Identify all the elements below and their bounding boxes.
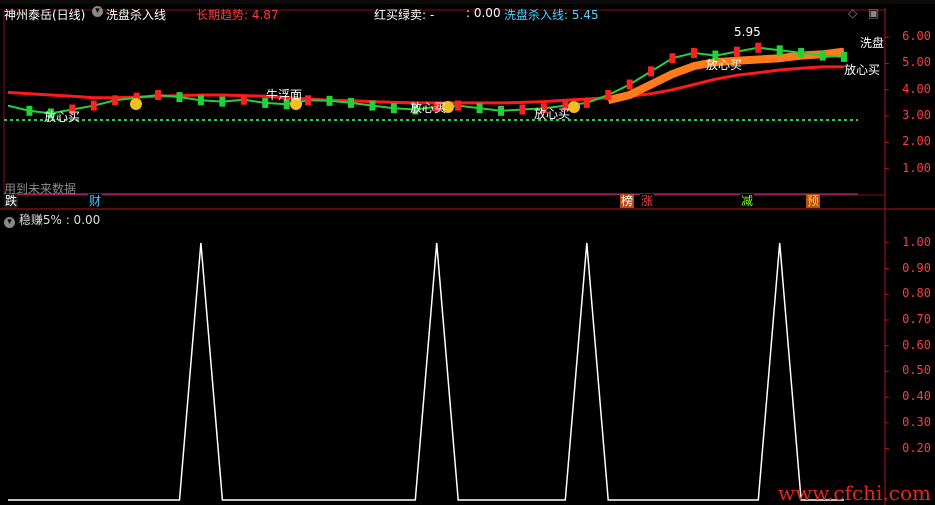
candle-17 xyxy=(369,100,376,111)
candle-38 xyxy=(819,50,826,61)
candle-9 xyxy=(197,95,204,106)
buy-label-1: 放心买 xyxy=(44,110,81,124)
candle-23 xyxy=(498,105,505,116)
buy-label-2: 放心买 xyxy=(410,101,447,115)
stock-name[interactable]: 神州泰岳(日线) xyxy=(4,6,85,23)
xipan-label: 洗盘杀入线: 5.45 xyxy=(504,8,599,22)
peak-price-label: 5.95 xyxy=(734,25,761,39)
candle-31 xyxy=(669,53,676,64)
xipan-tag: 洗盘 xyxy=(860,36,885,50)
upper-tick-label: 6.00 xyxy=(902,29,931,44)
signal-badge: 财 xyxy=(88,194,103,208)
lower-tick-label: 0.50 xyxy=(902,363,931,378)
signal-badge: 预 xyxy=(806,194,821,208)
lower-title-value: : 0.00 xyxy=(65,213,101,227)
upper-tick-label: 2.00 xyxy=(902,134,931,149)
candle-32 xyxy=(690,47,697,58)
candle-1 xyxy=(26,105,33,116)
upper-tick-label: 1.00 xyxy=(902,160,931,175)
lower-tick-label: 0.70 xyxy=(902,312,931,326)
lower-tick-label: 0.20 xyxy=(902,440,931,455)
upper-tick-label: 5.00 xyxy=(902,55,931,70)
lower-tick-label: 0.30 xyxy=(902,414,931,429)
niu-label: 牛浮面 xyxy=(266,88,303,102)
upper-tick-label: 4.00 xyxy=(902,81,931,96)
lower-toggle-icon[interactable]: ▾ xyxy=(4,217,15,228)
smiley-icon xyxy=(130,98,142,110)
candle-5 xyxy=(112,95,119,106)
candle-21 xyxy=(455,100,462,111)
candle-8 xyxy=(176,92,183,103)
lower-tick-label: 0.80 xyxy=(902,286,931,301)
candle-22 xyxy=(476,103,483,114)
candle-24 xyxy=(519,104,526,115)
chart-canvas xyxy=(0,8,935,505)
candle-27 xyxy=(583,97,590,108)
candle-15 xyxy=(326,95,333,106)
redbuy-label: 红买绿卖: - xyxy=(374,8,435,22)
candle-14 xyxy=(305,95,312,106)
candle-36 xyxy=(776,45,783,56)
candle-30 xyxy=(648,66,655,77)
candle-11 xyxy=(240,94,247,105)
candle-37 xyxy=(798,47,805,58)
candle-35 xyxy=(755,42,762,53)
lower-panel-title[interactable]: ▾ 稳赚5% : 0.00 xyxy=(4,211,100,228)
candle-29 xyxy=(626,79,633,90)
diamond-icon[interactable]: ◇ xyxy=(848,6,857,20)
buy-label-3: 放心买 xyxy=(534,107,571,121)
watermark: www.cfchi.com xyxy=(778,481,931,505)
signal-badge: 榜 xyxy=(620,194,635,208)
lower-tick-label: 0.60 xyxy=(902,337,931,352)
lower-tick-label: 1.00 xyxy=(902,234,931,249)
candle-4 xyxy=(90,100,97,111)
signal-badge: 减 xyxy=(740,194,755,208)
lower-tick-label: 0.90 xyxy=(902,260,931,275)
redbuy-value: : 0.00 xyxy=(466,6,501,20)
signal-badge: 跌 xyxy=(4,194,19,208)
lower-title-text: 稳赚5% xyxy=(18,213,62,227)
spike-line xyxy=(8,242,844,501)
long-trend-label: 长期趋势: 4.87 xyxy=(196,8,279,22)
signal-badge: 涨 xyxy=(640,194,655,208)
lower-tick-label: 0.40 xyxy=(902,389,931,404)
candle-18 xyxy=(390,103,397,114)
indicator-name[interactable]: 洗盘杀入线 xyxy=(106,6,166,23)
buy-label-4: 放心买 xyxy=(706,58,743,72)
candle-28 xyxy=(605,90,612,101)
candle-7 xyxy=(155,90,162,101)
chart-header: 神州泰岳(日线) ▾ 洗盘杀入线 长期趋势: 4.87 红买绿卖: - : 0.… xyxy=(4,6,880,23)
upper-tick-label: 3.00 xyxy=(902,108,931,123)
candle-10 xyxy=(219,96,226,107)
candle-16 xyxy=(347,97,354,108)
buy-label-5: 放心买 xyxy=(844,63,881,77)
menu-box-icon[interactable]: ▣ xyxy=(868,6,879,20)
